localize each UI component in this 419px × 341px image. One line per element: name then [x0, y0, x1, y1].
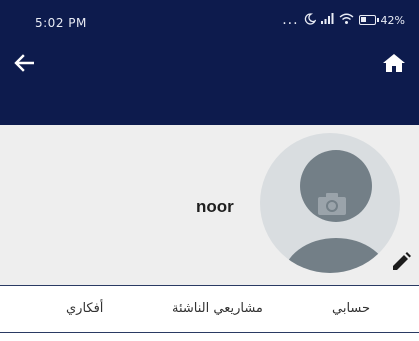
wifi-icon	[339, 13, 354, 28]
avatar[interactable]	[260, 133, 400, 273]
battery-icon	[358, 15, 379, 25]
tab-bar: حسابي مشاريعي الناشئة أفكاري	[0, 286, 419, 332]
tab-my-startups[interactable]: مشاريعي الناشئة	[172, 301, 263, 316]
status-bar: 5:02 PM ... 42%	[0, 0, 419, 40]
tab-my-ideas[interactable]: أفكاري	[66, 301, 103, 316]
back-button[interactable]	[14, 54, 40, 76]
notification-dots: ...	[282, 12, 299, 28]
camera-icon	[318, 193, 346, 215]
status-time: 5:02 PM	[35, 16, 87, 30]
avatar-body	[283, 238, 389, 273]
arrow-left-icon	[14, 54, 35, 72]
home-icon	[383, 54, 405, 72]
signal-icon	[320, 13, 334, 27]
app-header: 5:02 PM ... 42%	[0, 0, 419, 125]
profile-section: noor	[0, 125, 419, 285]
battery-percent: 42%	[380, 13, 405, 27]
battery-fill	[360, 17, 366, 22]
pencil-icon[interactable]	[390, 251, 412, 273]
divider	[0, 332, 419, 333]
moon-icon	[304, 12, 316, 28]
tab-my-account[interactable]: حسابي	[332, 301, 370, 316]
status-indicators: ... 42%	[282, 12, 405, 28]
home-button[interactable]	[383, 54, 407, 76]
username: noor	[196, 197, 234, 216]
